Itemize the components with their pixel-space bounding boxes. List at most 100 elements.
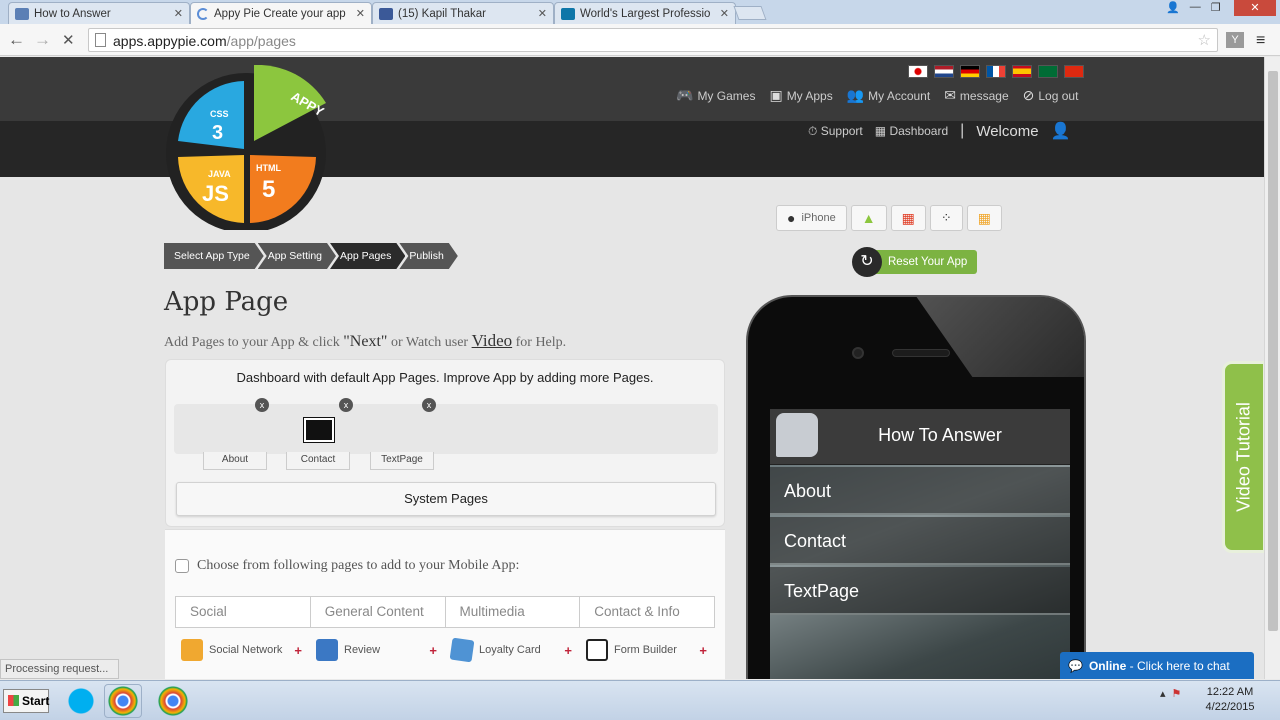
logo-java: JAVA bbox=[208, 169, 231, 179]
crumb-app-setting[interactable]: App Setting bbox=[258, 243, 336, 269]
support-link[interactable]: ⏱ Support bbox=[808, 124, 863, 139]
tray-arrow-icon[interactable]: ▴ bbox=[1160, 687, 1166, 700]
tab-contact-info[interactable]: Contact & Info bbox=[580, 597, 714, 627]
appy-pie-logo[interactable]: APPY CSS 3 JAVA JS HTML 5 bbox=[164, 65, 329, 230]
feature-label: Loyalty Card bbox=[479, 644, 541, 656]
flag-spain-icon[interactable] bbox=[1012, 65, 1032, 78]
page-chip-textpage[interactable]: TextPage bbox=[370, 452, 434, 470]
nav-my-account[interactable]: 👥 My Account bbox=[847, 87, 930, 104]
app-menu-contact[interactable]: Contact bbox=[770, 517, 1070, 565]
extension-icon[interactable]: Y bbox=[1226, 32, 1244, 48]
close-tab-icon[interactable]: ✕ bbox=[538, 7, 547, 20]
feature-form-builder[interactable]: Form Builder + bbox=[580, 630, 715, 670]
page-chip-contact[interactable]: Contact bbox=[286, 452, 350, 470]
add-icon[interactable]: + bbox=[699, 643, 707, 658]
device-windows-button[interactable]: ▦ bbox=[890, 205, 926, 231]
device-windows8-button[interactable]: ▦ bbox=[966, 205, 1002, 231]
dashboard-link[interactable]: ▦ Dashboard bbox=[875, 124, 948, 138]
tab-facebook[interactable]: (15) Kapil Thakar ✕ bbox=[372, 2, 554, 24]
user-icon[interactable]: 👤 bbox=[1166, 1, 1180, 15]
browser-menu-icon[interactable]: ≡ bbox=[1256, 32, 1265, 50]
logo-js: JS bbox=[202, 181, 229, 206]
device-blackberry-button[interactable]: ⁘ bbox=[929, 205, 963, 231]
feature-review[interactable]: Review + bbox=[310, 630, 445, 670]
phone-camera-icon bbox=[852, 347, 864, 359]
tab-multimedia[interactable]: Multimedia bbox=[446, 597, 581, 627]
page-scrollbar[interactable] bbox=[1264, 57, 1280, 679]
video-tutorial-tab[interactable]: Video Tutorial bbox=[1222, 361, 1264, 553]
choose-checkbox[interactable] bbox=[175, 559, 189, 573]
user-avatar-icon[interactable]: 👤 bbox=[1051, 121, 1071, 141]
tab-title: (15) Kapil Thakar bbox=[398, 7, 486, 20]
chrome-alt-icon[interactable] bbox=[154, 684, 192, 718]
flag-germany-icon[interactable] bbox=[960, 65, 980, 78]
device-android-button[interactable]: ▲ bbox=[850, 205, 887, 231]
tab-how-to-answer[interactable]: How to Answer ✕ bbox=[8, 2, 190, 24]
start-button[interactable]: Start bbox=[3, 689, 49, 713]
chat-status: Online bbox=[1088, 658, 1127, 673]
reset-app-button[interactable]: ↻ Reset Your App bbox=[852, 247, 978, 277]
new-tab-button[interactable] bbox=[733, 6, 767, 20]
app-menu-textpage[interactable]: TextPage bbox=[770, 567, 1070, 615]
page-subtitle: Add Pages to your App & click "Next" or … bbox=[164, 331, 566, 351]
flag-china-icon[interactable] bbox=[1064, 65, 1084, 78]
support-icon: ⏱ bbox=[808, 123, 818, 138]
nav-message[interactable]: ✉ message bbox=[944, 87, 1008, 104]
contact-card-icon[interactable] bbox=[303, 417, 335, 443]
device-iphone-button[interactable]: ● iPhone bbox=[776, 205, 847, 231]
chrome-icon[interactable] bbox=[104, 684, 142, 718]
loading-icon bbox=[197, 7, 209, 20]
bookmark-star-icon[interactable]: ☆ bbox=[1198, 31, 1211, 49]
flag-japan-icon[interactable] bbox=[908, 65, 928, 78]
clock-time: 12:22 AM bbox=[1206, 686, 1254, 698]
users-icon: 👥 bbox=[846, 87, 865, 103]
stop-icon[interactable]: ✕ bbox=[62, 31, 75, 49]
phone-screen: How To Answer About Contact TextPage bbox=[770, 409, 1070, 679]
close-tab-icon[interactable]: ✕ bbox=[174, 7, 183, 20]
logo-css-num: 3 bbox=[212, 122, 223, 144]
flag-netherlands-icon[interactable] bbox=[934, 65, 954, 78]
system-clock[interactable]: 12:22 AM 4/22/2015 bbox=[1200, 685, 1260, 715]
close-window-icon[interactable]: ✕ bbox=[1234, 0, 1276, 16]
live-chat-button[interactable]: 💬 Online - Click here to chat bbox=[1060, 652, 1254, 679]
remove-about-button[interactable]: x bbox=[255, 398, 269, 412]
system-pages-button[interactable]: System Pages bbox=[176, 482, 716, 516]
tab-linkedin[interactable]: World's Largest Professio ✕ bbox=[554, 2, 736, 24]
welcome-text: Welcome bbox=[976, 122, 1039, 140]
minimize-icon[interactable]: — bbox=[1190, 1, 1201, 15]
crumb-select-app-type[interactable]: Select App Type bbox=[164, 243, 264, 269]
flag-saudi-icon[interactable] bbox=[1038, 65, 1058, 78]
tab-appy-pie[interactable]: Appy Pie Create your app ✕ bbox=[190, 2, 372, 24]
url-path: /app/pages bbox=[226, 33, 296, 49]
nav-my-games[interactable]: 🎮 My Games bbox=[676, 87, 755, 104]
app-menu-about[interactable]: About bbox=[770, 467, 1070, 515]
flag-france-icon[interactable] bbox=[986, 65, 1006, 78]
add-icon[interactable]: + bbox=[294, 643, 302, 658]
nav-my-apps[interactable]: ▣ My Apps bbox=[769, 87, 832, 104]
close-tab-icon[interactable]: ✕ bbox=[356, 7, 365, 20]
remove-contact-button[interactable]: x bbox=[339, 398, 353, 412]
back-icon[interactable]: ← bbox=[8, 30, 25, 50]
forward-icon[interactable]: → bbox=[34, 30, 51, 50]
remove-textpage-button[interactable]: x bbox=[422, 398, 436, 412]
address-bar[interactable]: apps.appypie.com/app/pages ☆ bbox=[88, 28, 1218, 52]
tab-social[interactable]: Social bbox=[176, 597, 311, 627]
tab-general-content[interactable]: General Content bbox=[311, 597, 446, 627]
maximize-icon[interactable]: ❐ bbox=[1211, 1, 1221, 15]
crumb-publish[interactable]: Publish bbox=[399, 243, 457, 269]
loyalty-card-icon bbox=[449, 637, 475, 663]
network-icon[interactable]: ⚑ bbox=[1172, 687, 1182, 700]
scrollbar-thumb[interactable] bbox=[1268, 71, 1278, 631]
logo-html-num: 5 bbox=[262, 176, 275, 203]
subtitle-text: or Watch user bbox=[387, 335, 472, 350]
add-icon[interactable]: + bbox=[564, 643, 572, 658]
video-link[interactable]: Video bbox=[472, 331, 513, 350]
feature-social-network[interactable]: Social Network + bbox=[175, 630, 310, 670]
feature-loyalty-card[interactable]: Loyalty Card + bbox=[445, 630, 580, 670]
nav-log-out[interactable]: ⊘ Log out bbox=[1023, 87, 1079, 104]
page-chip-about[interactable]: About bbox=[203, 452, 267, 470]
add-icon[interactable]: + bbox=[429, 643, 437, 658]
crumb-app-pages[interactable]: App Pages bbox=[330, 243, 405, 269]
skype-icon[interactable] bbox=[62, 684, 100, 718]
close-tab-icon[interactable]: ✕ bbox=[720, 7, 729, 20]
